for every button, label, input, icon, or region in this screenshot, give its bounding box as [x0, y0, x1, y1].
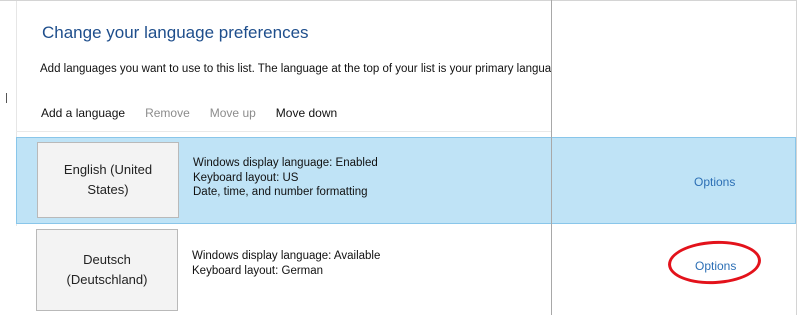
language-row-english[interactable]: English (United States) Windows display …	[16, 137, 796, 224]
language-name-line: (Deutschland)	[66, 272, 148, 287]
move-down-button[interactable]: Move down	[276, 106, 337, 120]
language-details: Windows display language: Available Keyb…	[192, 249, 380, 278]
edge-marker	[6, 93, 7, 103]
page-description: Add languages you want to use to this li…	[40, 63, 551, 75]
toolbar-divider	[16, 131, 551, 132]
language-row-deutsch[interactable]: Deutsch (Deutschland) Windows display la…	[16, 226, 796, 315]
language-details: Windows display language: Enabled Keyboa…	[193, 156, 378, 200]
display-language-status: Windows display language: Enabled	[193, 157, 378, 169]
add-language-button[interactable]: Add a language	[41, 106, 125, 120]
keyboard-layout: Keyboard layout: US	[193, 171, 299, 184]
keyboard-layout: Keyboard layout: German	[192, 264, 324, 277]
language-name-line: Deutsch	[83, 252, 131, 267]
options-link-english[interactable]: Options	[694, 175, 735, 189]
language-name-line: English (United	[63, 162, 153, 177]
language-tile-deutsch[interactable]: Deutsch (Deutschland)	[36, 229, 178, 311]
language-toolbar: Add a language Remove Move up Move down	[41, 103, 357, 123]
move-up-button[interactable]: Move up	[210, 106, 256, 120]
language-name-line: States)	[87, 182, 129, 197]
formatting-status: Date, time, and number formatting	[193, 186, 368, 198]
language-tile-english[interactable]: English (United States)	[37, 142, 179, 218]
remove-button[interactable]: Remove	[145, 106, 190, 120]
options-link-deutsch[interactable]: Options	[695, 259, 736, 273]
display-language-status: Windows display language: Available	[192, 250, 381, 262]
page-title: Change your language preferences	[42, 23, 309, 42]
column-divider	[551, 0, 552, 315]
